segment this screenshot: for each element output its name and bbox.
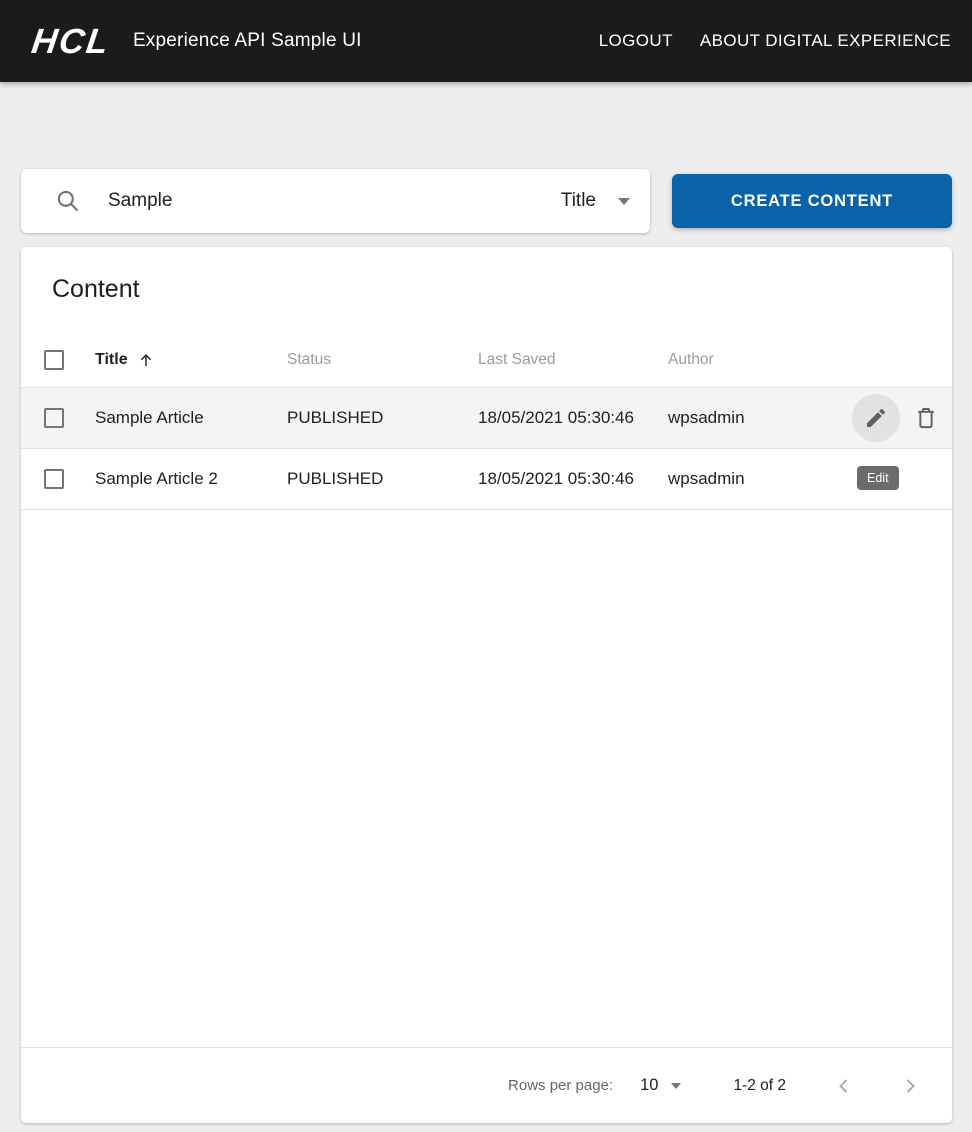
- page: HCL Experience API Sample UI LOGOUT ABOU…: [0, 0, 972, 1132]
- title-sort-header[interactable]: Title: [95, 351, 155, 369]
- row-title: Sample Article 2: [95, 469, 218, 489]
- table-empty-area: [21, 510, 952, 1047]
- chevron-down-icon: [618, 198, 630, 205]
- table-row[interactable]: Sample Article 2 PUBLISHED 18/05/2021 05…: [21, 449, 952, 510]
- create-content-button[interactable]: CREATE CONTENT: [672, 174, 952, 228]
- pencil-icon: [864, 406, 888, 430]
- rows-per-page-label: Rows per page:: [508, 1077, 613, 1094]
- row-checkbox[interactable]: [44, 469, 64, 489]
- row-title: Sample Article: [95, 408, 204, 428]
- author-column-label: Author: [668, 351, 714, 368]
- title-column-label: Title: [95, 351, 128, 369]
- chevron-down-icon: [671, 1083, 681, 1089]
- row-author: wpsadmin: [668, 469, 745, 488]
- logout-link[interactable]: LOGOUT: [599, 31, 673, 51]
- status-column-label: Status: [287, 351, 331, 368]
- last-saved-column-header-cell: Last Saved: [478, 351, 668, 369]
- previous-page-button[interactable]: [820, 1062, 868, 1110]
- page-title: Content: [52, 275, 140, 304]
- select-all-checkbox[interactable]: [44, 350, 64, 370]
- app-bar: HCL Experience API Sample UI LOGOUT ABOU…: [0, 0, 972, 82]
- search-icon: [55, 188, 81, 214]
- row-checkbox[interactable]: [44, 408, 64, 428]
- last-saved-column-label: Last Saved: [478, 351, 556, 368]
- chevron-right-icon: [898, 1074, 922, 1098]
- hcl-logo: HCL: [30, 24, 113, 59]
- search-input[interactable]: [108, 190, 559, 212]
- about-digital-experience-link[interactable]: ABOUT DIGITAL EXPERIENCE: [700, 31, 951, 51]
- pagination-footer: Rows per page: 10 1-2 of 2: [21, 1047, 952, 1123]
- app-title: Experience API Sample UI: [133, 30, 362, 52]
- pagination-range-label: 1-2 of 2: [733, 1077, 786, 1095]
- edit-button[interactable]: [852, 394, 900, 442]
- sort-arrow-up-icon: [137, 351, 155, 369]
- row-actions: [852, 388, 944, 448]
- search-field-selected: Title: [561, 190, 596, 212]
- card-title-wrap: Content: [21, 247, 952, 332]
- edit-tooltip: Edit: [857, 466, 899, 490]
- next-page-button[interactable]: [886, 1062, 934, 1110]
- chevron-left-icon: [832, 1074, 856, 1098]
- search-field-select[interactable]: Title: [559, 186, 632, 216]
- table-header-row: Title Status Last Saved Author: [21, 332, 952, 388]
- author-column-header-cell: Author: [668, 351, 952, 369]
- rows-per-page-value: 10: [640, 1076, 658, 1095]
- row-last-saved: 18/05/2021 05:30:46: [478, 408, 634, 427]
- table-row[interactable]: Sample Article PUBLISHED 18/05/2021 05:3…: [21, 388, 952, 449]
- appbar-nav: LOGOUT ABOUT DIGITAL EXPERIENCE: [599, 31, 951, 51]
- row-checkbox-cell: [44, 469, 95, 489]
- row-last-saved: 18/05/2021 05:30:46: [478, 469, 634, 488]
- select-all-cell: [44, 350, 95, 370]
- row-status: PUBLISHED: [287, 408, 383, 427]
- trash-icon: [913, 405, 939, 431]
- status-column-header-cell: Status: [287, 351, 478, 369]
- content-card: Content Title Status Last Saved: [21, 247, 952, 1123]
- delete-button[interactable]: [908, 400, 944, 436]
- row-checkbox-cell: [44, 408, 95, 428]
- search-bar: Title: [21, 169, 650, 233]
- row-status: PUBLISHED: [287, 469, 383, 488]
- rows-per-page-select[interactable]: 10: [640, 1076, 681, 1095]
- title-column-header-cell: Title: [95, 351, 287, 369]
- row-author: wpsadmin: [668, 408, 745, 427]
